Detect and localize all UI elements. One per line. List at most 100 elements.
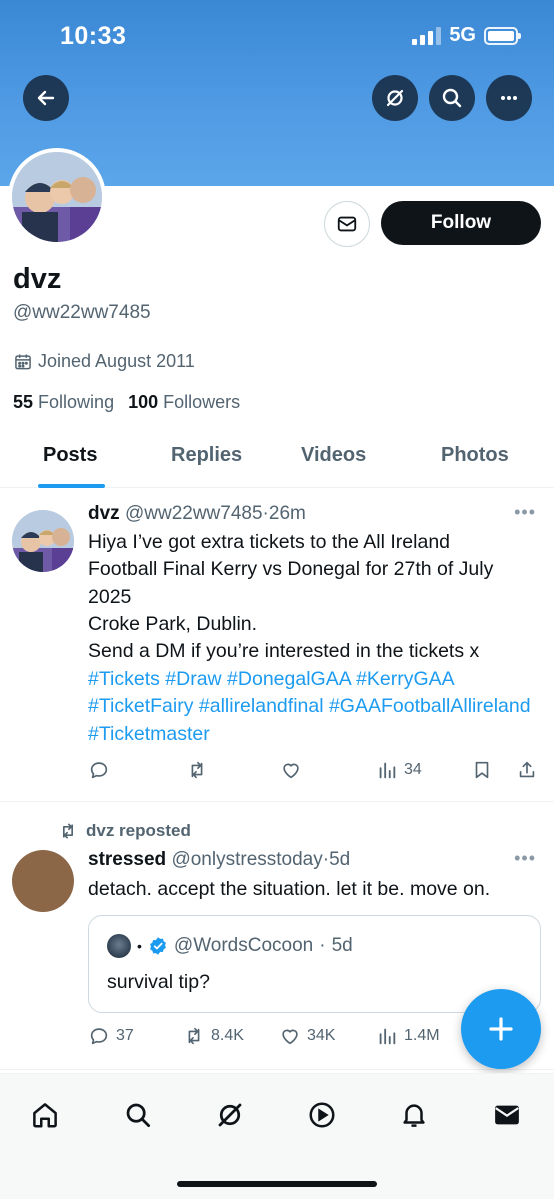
post-item[interactable]: dvz @ww22ww7485·26m ••• Hiya I’ve got ex… xyxy=(0,488,554,802)
tab-photos[interactable]: Photos xyxy=(441,444,509,467)
reply-icon xyxy=(90,762,108,779)
views-button[interactable]: 34 xyxy=(376,759,422,781)
views-count: 34 xyxy=(404,761,422,778)
views-button[interactable]: 1.4M xyxy=(376,1025,440,1047)
reply-button[interactable] xyxy=(88,759,110,781)
compose-button[interactable] xyxy=(461,989,541,1069)
grok-icon xyxy=(218,1103,242,1127)
heart-icon xyxy=(283,763,299,779)
quote-time: 5d xyxy=(331,935,353,956)
post-header: stressed @onlystresstoday·5d xyxy=(88,849,350,871)
bookmark-button[interactable] xyxy=(471,759,493,781)
grok-icon xyxy=(386,89,404,107)
more-icon xyxy=(501,96,517,100)
views-icon xyxy=(379,1028,396,1045)
followers-link[interactable]: 100 Followers xyxy=(128,392,240,413)
joined-text: Joined August 2011 xyxy=(38,351,195,371)
back-arrow-icon xyxy=(37,90,55,106)
post-hashtags[interactable]: #Tickets #Draw #DonegalGAA #KerryGAA #Ti… xyxy=(88,666,548,748)
message-button[interactable] xyxy=(324,201,370,247)
post-time: 5d xyxy=(329,849,351,870)
plus-icon xyxy=(489,1017,513,1041)
post-time: 26m xyxy=(268,503,306,524)
profile-tabs: Posts Replies Videos Photos xyxy=(0,432,554,488)
like-button[interactable]: 34K xyxy=(279,1025,335,1047)
followers-label: Followers xyxy=(163,392,241,412)
following-label: Following xyxy=(38,392,115,412)
post-handle[interactable]: @onlystresstoday xyxy=(171,849,322,870)
followers-count: 100 xyxy=(128,392,159,412)
reply-count: 37 xyxy=(116,1027,134,1044)
repost-label[interactable]: dvz reposted xyxy=(86,821,191,841)
battery-icon xyxy=(484,26,521,45)
envelope-icon xyxy=(337,216,357,232)
tab-videos[interactable]: Videos xyxy=(301,444,366,467)
repost-icon xyxy=(63,823,73,839)
search-icon xyxy=(126,1103,150,1127)
nav-video[interactable] xyxy=(305,1098,339,1132)
status-indicators: 5G xyxy=(412,24,521,47)
nav-home[interactable] xyxy=(28,1098,62,1132)
quote-text: survival tip? xyxy=(107,971,210,993)
tab-replies[interactable]: Replies xyxy=(171,444,242,467)
like-count: 34K xyxy=(307,1027,336,1044)
nav-search[interactable] xyxy=(121,1098,155,1132)
post-author[interactable]: stressed xyxy=(88,849,166,870)
share-button[interactable] xyxy=(516,759,538,781)
nav-messages[interactable] xyxy=(490,1098,524,1132)
follow-button[interactable]: Follow xyxy=(381,201,541,245)
bookmark-icon xyxy=(475,761,489,779)
profile-avatar[interactable] xyxy=(8,148,106,246)
quote-handle[interactable]: @WordsCocoon xyxy=(174,935,313,957)
profile-handle: @ww22ww7485 xyxy=(13,302,151,323)
post-more-icon[interactable]: ••• xyxy=(514,502,536,523)
nav-grok[interactable] xyxy=(213,1098,247,1132)
home-indicator xyxy=(177,1181,377,1187)
post-more-icon[interactable]: ••• xyxy=(514,848,536,869)
status-time: 10:33 xyxy=(60,22,127,50)
quote-header: • @WordsCocoon · 5d xyxy=(107,934,353,958)
views-count: 1.4M xyxy=(404,1027,440,1044)
joined-date: Joined August 2011 xyxy=(13,351,195,372)
repost-indicator: dvz reposted xyxy=(58,821,191,841)
post-avatar[interactable] xyxy=(12,850,74,912)
following-link[interactable]: 55 Following xyxy=(13,392,114,413)
video-icon xyxy=(309,1102,335,1128)
reply-icon xyxy=(90,1028,108,1045)
avatar-photo xyxy=(12,510,74,572)
like-button[interactable] xyxy=(280,759,302,781)
post-actions: 34 xyxy=(88,759,543,787)
status-bar: 10:33 5G xyxy=(0,0,554,72)
repost-button[interactable] xyxy=(186,759,208,781)
calendar-icon xyxy=(15,354,31,369)
quoted-post[interactable]: • @WordsCocoon · 5d survival tip? xyxy=(88,915,541,1013)
home-icon xyxy=(33,1103,57,1128)
post-text: Hiya I’ve got extra tickets to the All I… xyxy=(88,531,494,663)
repost-icon xyxy=(191,761,203,779)
messages-icon xyxy=(495,1105,519,1125)
post-author[interactable]: dvz xyxy=(88,503,120,524)
profile-name: dvz xyxy=(13,263,62,295)
reply-button[interactable]: 37 xyxy=(88,1025,134,1047)
follow-stats: 55 Following 100 Followers xyxy=(13,392,240,413)
heart-icon xyxy=(282,1029,298,1045)
network-type: 5G xyxy=(449,24,476,46)
post-avatar[interactable] xyxy=(12,510,74,572)
quote-separator: · xyxy=(319,935,326,956)
post-handle[interactable]: @ww22ww7485 xyxy=(125,503,263,524)
tab-posts[interactable]: Posts xyxy=(43,444,97,467)
search-button[interactable] xyxy=(429,75,475,121)
grok-button[interactable] xyxy=(372,75,418,121)
nav-notifications[interactable] xyxy=(397,1098,431,1132)
more-button[interactable] xyxy=(486,75,532,121)
views-icon xyxy=(379,762,396,779)
post-text: detach. accept the situation. let it be.… xyxy=(88,878,491,900)
back-button[interactable] xyxy=(23,75,69,121)
repost-count: 8.4K xyxy=(211,1027,244,1044)
search-icon xyxy=(442,88,462,108)
notifications-icon xyxy=(403,1104,425,1127)
repost-button[interactable]: 8.4K xyxy=(183,1025,244,1047)
quote-avatar xyxy=(107,934,131,958)
repost-icon xyxy=(188,1027,200,1045)
verified-badge-icon xyxy=(149,937,166,955)
